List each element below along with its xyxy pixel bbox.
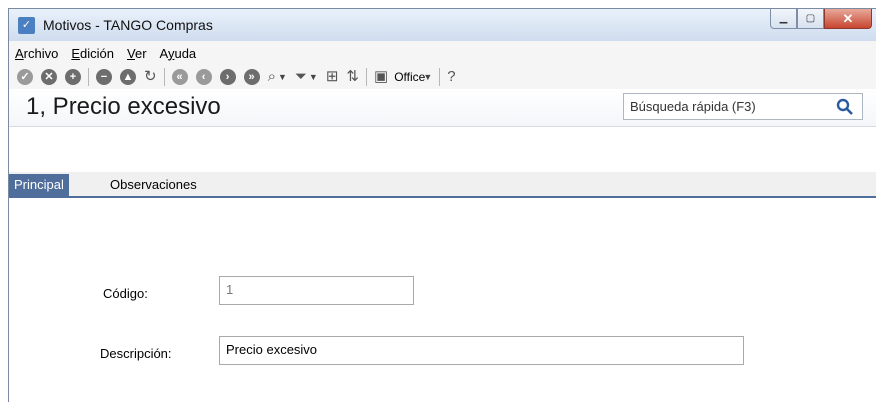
tab-strip: Principal Observaciones (9, 172, 876, 198)
next-record-icon[interactable]: › (219, 69, 236, 85)
codigo-label: Código: (103, 286, 148, 301)
office-menu-label[interactable]: Office (394, 70, 425, 84)
toolbar-separator (88, 68, 89, 86)
search-placeholder: Búsqueda rápida (F3) (630, 99, 756, 114)
menu-ver[interactable]: Ver (127, 46, 147, 61)
menu-edicion[interactable]: Edición (71, 46, 114, 61)
first-record-icon[interactable]: « (171, 69, 188, 85)
toolbar-separator (366, 68, 367, 86)
tab-observaciones[interactable]: Observaciones (105, 174, 202, 196)
refresh-icon[interactable]: ↻ (144, 69, 157, 85)
delete-icon[interactable]: − (96, 69, 112, 85)
codigo-field[interactable]: 1 (219, 276, 414, 305)
menu-ayuda[interactable]: Ayuda (160, 46, 197, 61)
menu-bar: Archivo Edición Ver Ayuda (9, 41, 876, 65)
sort-icon[interactable]: ⇅ (346, 69, 359, 85)
filter-icon[interactable]: ⏷ (295, 69, 307, 85)
cancel-icon[interactable]: ✕ (41, 69, 57, 85)
app-icon: ✓ (18, 17, 35, 34)
record-title: 1, Precio excesivo (26, 93, 221, 120)
chevron-down-icon[interactable]: ▼ (423, 72, 432, 82)
app-window: ✓ Motivos - TANGO Compras ▁ ▢ ✕ Archivo … (8, 8, 876, 403)
toolbar-separator (163, 68, 165, 86)
office-icon[interactable]: ▣ (374, 69, 388, 85)
maximize-button[interactable]: ▢ (797, 9, 824, 29)
window-title: Motivos - TANGO Compras (43, 17, 213, 33)
descripcion-label: Descripción: (100, 346, 172, 361)
menu-archivo[interactable]: Archivo (15, 46, 58, 61)
title-bar: ✓ Motivos - TANGO Compras ▁ ▢ ✕ (9, 9, 876, 41)
minimize-button[interactable]: ▁ (770, 9, 797, 29)
search-icon[interactable] (836, 98, 854, 116)
form-panel: Código: 1 Descripción: Precio excesivo (9, 198, 876, 403)
grid-icon[interactable]: ⊞ (326, 69, 339, 85)
toolbar-separator (439, 68, 441, 86)
close-button[interactable]: ✕ (824, 9, 872, 29)
toolbar: ✓ ✕ + − ▲ ↻ « ‹ › » ⌕ ▼ ⏷ ▼ ⊞ ⇅ ▣ Office… (9, 65, 876, 89)
chevron-down-icon[interactable]: ▼ (309, 72, 318, 82)
alert-icon[interactable]: ▲ (120, 69, 136, 85)
tab-principal[interactable]: Principal (9, 174, 69, 196)
check-icon[interactable]: ✓ (17, 69, 33, 85)
help-icon[interactable]: ? (447, 69, 455, 85)
record-header: 1, Precio excesivo Búsqueda rápida (F3) (9, 89, 876, 127)
chevron-down-icon[interactable]: ▼ (278, 72, 287, 82)
binoculars-icon[interactable]: ⌕ (268, 69, 276, 85)
last-record-icon[interactable]: » (243, 69, 260, 85)
search-input[interactable]: Búsqueda rápida (F3) (623, 93, 863, 120)
previous-record-icon[interactable]: ‹ (195, 69, 212, 85)
descripcion-field[interactable]: Precio excesivo (219, 336, 744, 365)
window-controls: ▁ ▢ ✕ (770, 9, 872, 30)
add-icon[interactable]: + (65, 69, 81, 85)
